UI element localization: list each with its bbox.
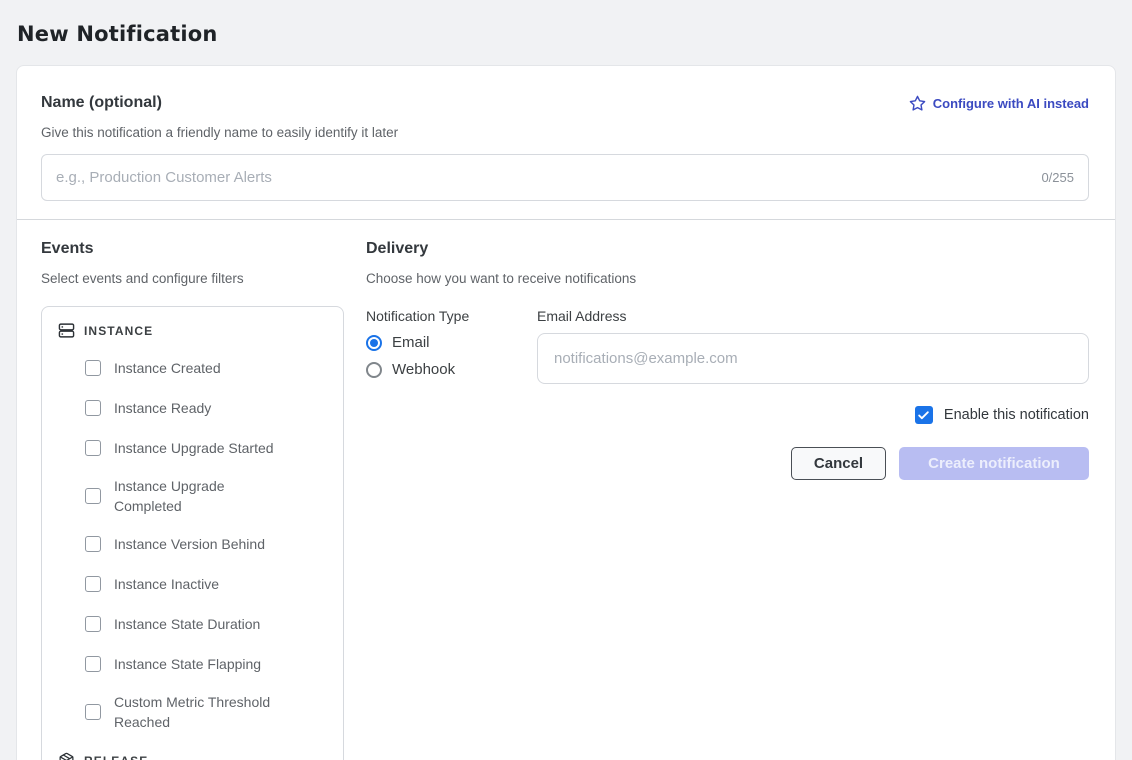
event-checkbox-row[interactable]: Custom Metric Threshold Reached xyxy=(85,692,327,732)
delivery-column: Delivery Choose how you want to receive … xyxy=(366,240,1089,760)
radio-option-email[interactable]: Email xyxy=(366,334,537,351)
event-checkbox-row[interactable]: Instance Inactive xyxy=(85,572,327,596)
event-checkbox-row[interactable]: Instance Ready xyxy=(85,396,327,420)
radio-option-webhook[interactable]: Webhook xyxy=(366,361,537,378)
new-notification-card: Name (optional) Configure with AI instea… xyxy=(16,65,1116,760)
radio-webhook-label: Webhook xyxy=(392,361,455,378)
event-checkbox[interactable] xyxy=(85,616,101,632)
configure-with-ai-button[interactable]: Configure with AI instead xyxy=(909,95,1089,112)
event-group-label: INSTANCE xyxy=(84,324,153,338)
event-item-label: Instance Version Behind xyxy=(114,534,265,554)
configure-with-ai-label: Configure with AI instead xyxy=(933,96,1089,111)
name-input-container: 0/255 xyxy=(41,154,1089,201)
email-field-group: Email Address xyxy=(537,308,1089,384)
event-checkbox[interactable] xyxy=(85,360,101,376)
enable-notification-label: Enable this notification xyxy=(944,407,1089,423)
event-checkbox[interactable] xyxy=(85,576,101,592)
event-checkbox[interactable] xyxy=(85,488,101,504)
event-item-label: Instance Upgrade Completed xyxy=(114,476,286,516)
enable-notification-checkbox[interactable] xyxy=(915,406,933,424)
create-notification-button[interactable]: Create notification xyxy=(899,447,1089,480)
event-checkbox[interactable] xyxy=(85,400,101,416)
event-checkbox[interactable] xyxy=(85,656,101,672)
event-group-instance: INSTANCE xyxy=(58,322,327,339)
event-checkbox-row[interactable]: Instance State Duration xyxy=(85,612,327,636)
event-item-label: Instance Ready xyxy=(114,398,211,418)
radio-email-label: Email xyxy=(392,334,430,351)
events-subtitle: Select events and configure filters xyxy=(41,271,344,286)
page-title: New Notification xyxy=(0,0,1132,46)
cancel-button[interactable]: Cancel xyxy=(791,447,886,480)
radio-email[interactable] xyxy=(366,335,382,351)
events-heading: Events xyxy=(41,240,344,258)
star-icon xyxy=(909,95,926,112)
event-checkbox-row[interactable]: Instance Version Behind xyxy=(85,532,327,556)
name-input[interactable] xyxy=(56,169,1031,186)
event-group-release: RELEASE xyxy=(58,752,327,760)
event-checkbox-row[interactable]: Instance Upgrade Completed xyxy=(85,476,327,516)
name-subtitle: Give this notification a friendly name t… xyxy=(41,125,1089,140)
event-item-label: Instance State Flapping xyxy=(114,654,261,674)
notification-type-group: Notification Type Email Webhook xyxy=(366,308,537,384)
radio-webhook[interactable] xyxy=(366,362,382,378)
event-item-label: Instance Created xyxy=(114,358,221,378)
email-address-input[interactable] xyxy=(537,333,1089,384)
char-counter: 0/255 xyxy=(1041,170,1074,185)
event-group-label: RELEASE xyxy=(84,754,148,760)
event-checkbox-row[interactable]: Instance State Flapping xyxy=(85,652,327,676)
events-column: Events Select events and configure filte… xyxy=(41,240,344,760)
email-address-label: Email Address xyxy=(537,308,1089,324)
event-checkbox[interactable] xyxy=(85,440,101,456)
events-list[interactable]: INSTANCE Instance Created Instance Ready xyxy=(41,306,344,760)
package-icon xyxy=(58,752,75,760)
delivery-subtitle: Choose how you want to receive notificat… xyxy=(366,271,1089,286)
instance-event-list: Instance Created Instance Ready Instance… xyxy=(58,356,327,732)
name-section: Name (optional) Configure with AI instea… xyxy=(17,66,1115,219)
notification-type-label: Notification Type xyxy=(366,308,537,324)
event-item-label: Instance Upgrade Started xyxy=(114,438,274,458)
delivery-heading: Delivery xyxy=(366,240,1089,258)
event-checkbox-row[interactable]: Instance Created xyxy=(85,356,327,380)
event-item-label: Instance State Duration xyxy=(114,614,260,634)
event-checkbox[interactable] xyxy=(85,704,101,720)
event-item-label: Custom Metric Threshold Reached xyxy=(114,692,286,732)
server-icon xyxy=(58,322,75,339)
event-checkbox[interactable] xyxy=(85,536,101,552)
name-heading: Name (optional) xyxy=(41,94,162,112)
event-checkbox-row[interactable]: Instance Upgrade Started xyxy=(85,436,327,460)
enable-notification-row[interactable]: Enable this notification xyxy=(366,406,1089,424)
event-item-label: Instance Inactive xyxy=(114,574,219,594)
